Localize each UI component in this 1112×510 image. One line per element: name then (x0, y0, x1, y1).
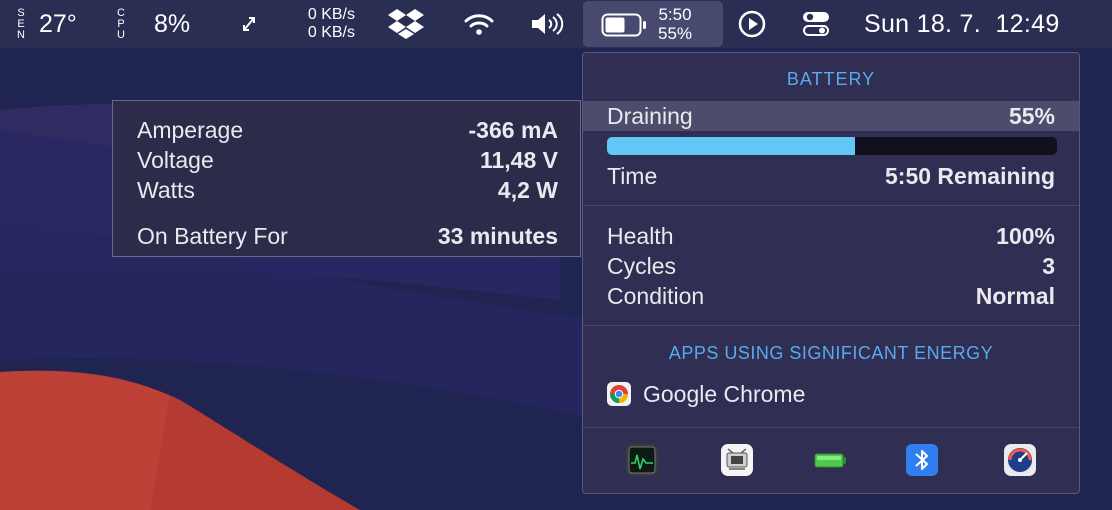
date-time: Sun 18. 7. 12:49 (864, 9, 1060, 38)
app-name: Google Chrome (643, 380, 806, 407)
health-row: Health 100% (583, 221, 1079, 251)
control-center-icon[interactable] (801, 0, 831, 48)
sensor-label-text: SEN (17, 6, 25, 41)
cycles-label: Cycles (607, 252, 677, 279)
network-speed-item[interactable]: 0 KB/s 0 KB/s (297, 0, 355, 48)
voltage-label: Voltage (137, 146, 214, 173)
cpu-status-item[interactable]: CPU 8% (116, 0, 190, 48)
disk-diag-icon[interactable] (1003, 443, 1037, 477)
condition-value: Normal (975, 282, 1055, 309)
separator (583, 325, 1079, 326)
amperage-value: -366 mA (468, 116, 558, 143)
shortcut-icons (583, 443, 1079, 479)
battery-charge-bar (607, 137, 1057, 155)
temperature-value: 27° (39, 9, 77, 38)
activity-monitor-icon[interactable] (625, 443, 659, 477)
voltage-row: Voltage 11,48 V (137, 145, 558, 175)
time-value: 5:50 Remaining (885, 162, 1055, 189)
condition-row: Condition Normal (583, 281, 1079, 311)
wifi-icon[interactable] (464, 0, 494, 48)
amperage-label: Amperage (137, 116, 244, 143)
time-label: Time (607, 162, 658, 189)
on-battery-row: On Battery For 33 minutes (137, 221, 558, 251)
bluetooth-icon[interactable] (905, 443, 939, 477)
cpu-label: CPU (116, 6, 126, 41)
on-battery-value: 33 minutes (437, 222, 558, 249)
battery-menu: BATTERY Draining 55% Time 5:50 Remaining… (582, 52, 1080, 494)
amperage-row: Amperage -366 mA (137, 115, 558, 145)
separator (583, 427, 1079, 428)
on-battery-label: On Battery For (137, 222, 288, 249)
cycles-value: 3 (1042, 252, 1055, 279)
battery-details-tooltip: Amperage -366 mA Voltage 11,48 V Watts 4… (112, 100, 581, 257)
separator (583, 205, 1079, 206)
apps-section-header: APPS USING SIGNIFICANT ENERGY (668, 343, 994, 363)
draining-row[interactable]: Draining 55% (583, 101, 1079, 131)
watts-row: Watts 4,2 W (137, 175, 558, 205)
cpu-label-text: CPU (117, 6, 125, 41)
system-information-icon[interactable] (720, 443, 754, 477)
voltage-value: 11,48 V (479, 146, 558, 173)
volume-icon[interactable] (530, 0, 568, 48)
temperature-status-item[interactable]: SEN 27° (15, 0, 77, 48)
menu-bar-clock[interactable]: Sun 18. 7. 12:49 (864, 0, 1060, 48)
dropbox-icon[interactable] (387, 0, 425, 48)
draining-value: 55% (1008, 102, 1055, 129)
battery-percent: 55% (658, 24, 693, 43)
menu-bar: SEN 27° CPU 8% 0 KB/s 0 KB/s 5:50 55% Su… (0, 0, 1112, 48)
battery-charge-fill (607, 137, 855, 155)
network-upload-speed: 0 KB/s (307, 6, 355, 23)
condition-label: Condition (607, 282, 705, 309)
battery-status-item[interactable] (583, 1, 723, 47)
time-row: Time 5:50 Remaining (583, 161, 1079, 191)
battery-section-header: BATTERY (786, 69, 876, 89)
energy-app-item[interactable]: Google Chrome (607, 379, 805, 409)
draining-label: Draining (607, 102, 693, 129)
cpu-value: 8% (154, 9, 191, 38)
battery-stats: 5:50 55% (658, 5, 692, 43)
sensor-label: SEN (15, 6, 27, 41)
health-value: 100% (996, 222, 1055, 249)
network-arrows-icon[interactable] (240, 0, 258, 48)
play-icon[interactable] (737, 0, 767, 48)
battery-icon (601, 13, 646, 37)
network-download-speed: 0 KB/s (307, 24, 355, 41)
google-chrome-icon (607, 382, 631, 406)
watts-value: 4,2 W (497, 176, 558, 203)
watts-label: Watts (137, 176, 195, 203)
battery-time-remaining: 5:50 (658, 5, 692, 24)
battery-icon[interactable] (813, 443, 847, 477)
health-label: Health (607, 222, 674, 249)
cycles-row: Cycles 3 (583, 251, 1079, 281)
